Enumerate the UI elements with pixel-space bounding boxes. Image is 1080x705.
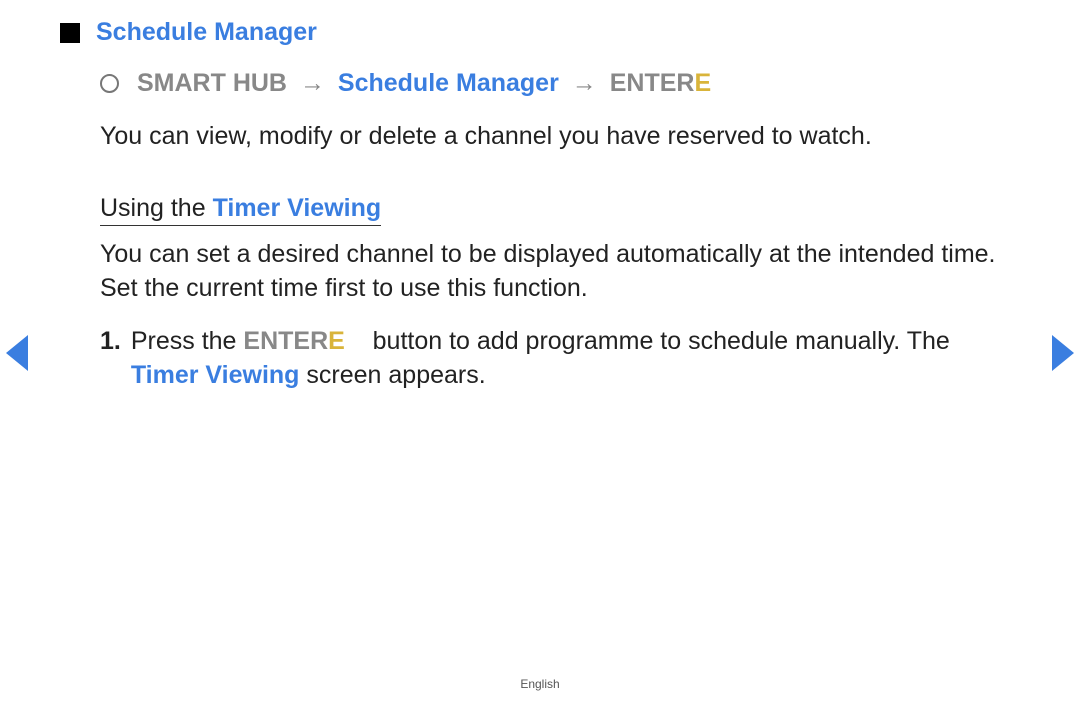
subsection-prefix: Using the [100,194,213,222]
bullet-square-icon [60,23,80,43]
manual-page-content: Schedule Manager SMART HUB → Schedule Ma… [0,0,1080,393]
subsection-highlight: Timer Viewing [213,194,382,222]
next-page-arrow-icon[interactable] [1052,335,1074,371]
intro-text: You can view, modify or delete a channel… [60,120,1020,154]
breadcrumb-arrow-icon: → [572,69,597,97]
subsection-heading: Using the Timer Viewing [60,194,1020,226]
section-title: Schedule Manager [96,18,317,47]
prev-page-arrow-icon[interactable] [6,335,28,371]
breadcrumb-item-3: ENTERE [610,69,711,97]
title-row: Schedule Manager [60,18,1020,47]
list-body: Press the ENTERE button to add programme… [131,325,1020,393]
list-number: 1. [100,325,121,393]
breadcrumb-bullet-icon [100,74,119,93]
footer-language: English [0,677,1080,691]
breadcrumb-arrow-icon: → [300,69,325,97]
ordered-list-item: 1. Press the ENTERE button to add progra… [60,325,1020,393]
breadcrumb-item-1: SMART HUB [137,69,287,97]
breadcrumb-item-2: Schedule Manager [338,69,559,97]
breadcrumb: SMART HUB → Schedule Manager → ENTERE [60,69,1020,98]
subsection-body: You can set a desired channel to be disp… [60,238,1020,306]
